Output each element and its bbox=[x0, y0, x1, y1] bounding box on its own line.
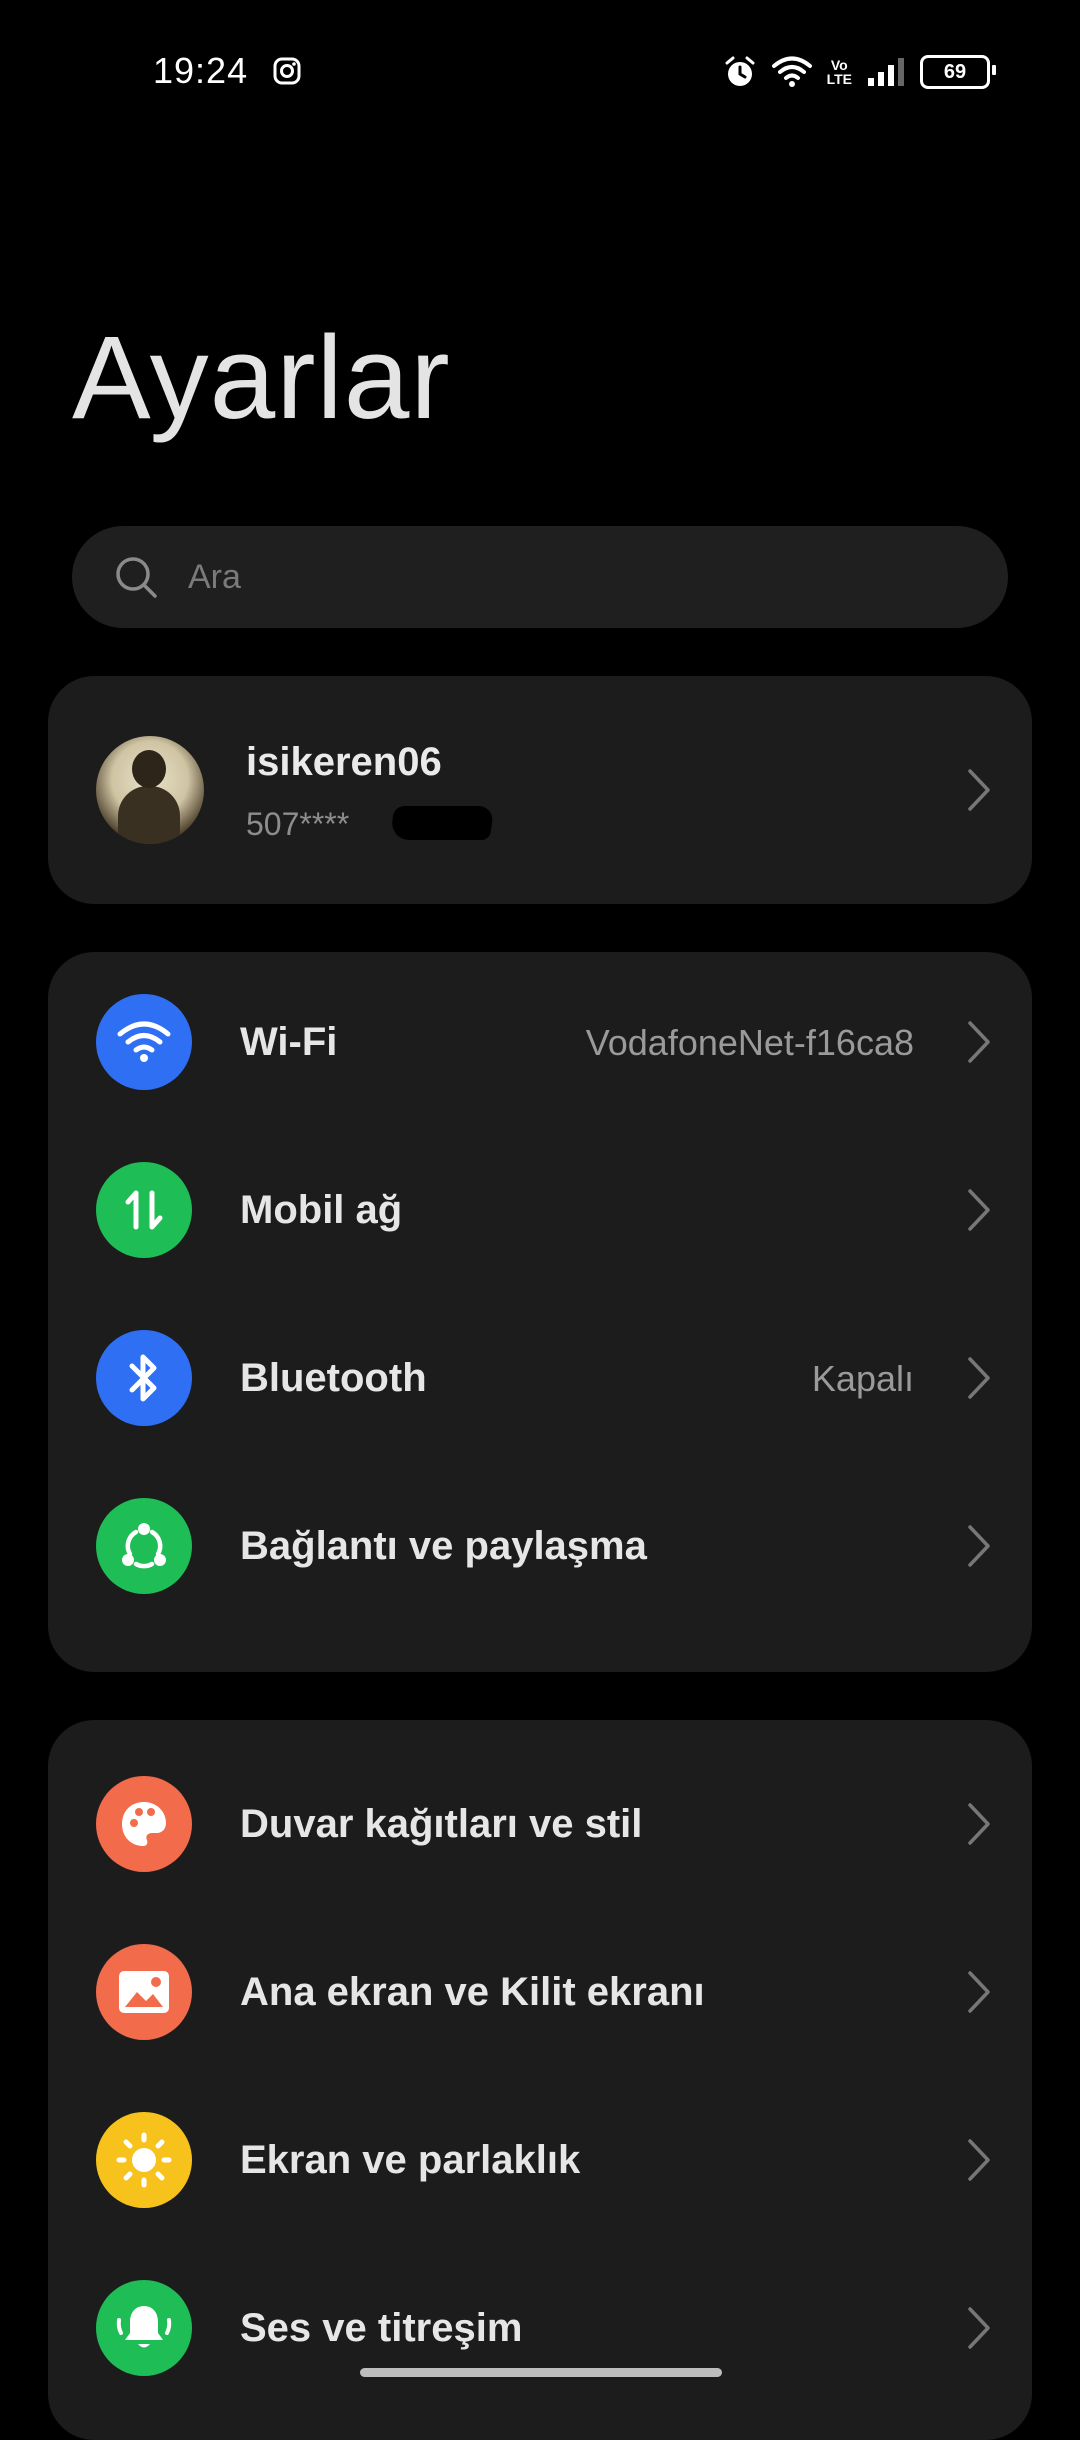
account-card[interactable]: isikeren06 507**** bbox=[48, 676, 1032, 904]
alarm-icon bbox=[725, 56, 755, 86]
account-phone: 507**** bbox=[246, 806, 350, 842]
personalization-settings-group: Duvar kağıtları ve stil Ana ekran ve Kil… bbox=[48, 1720, 1032, 2440]
settings-item-wallpapers-style[interactable]: Duvar kağıtları ve stil bbox=[48, 1740, 1032, 1908]
network-settings-group: Wi-Fi VodafoneNet-f16ca8 Mobil ağ Blueto… bbox=[48, 952, 1032, 1672]
search-icon bbox=[116, 557, 157, 598]
avatar bbox=[96, 736, 204, 844]
chevron-right-icon bbox=[968, 1357, 990, 1399]
settings-item-bluetooth[interactable]: Bluetooth Kapalı bbox=[48, 1294, 1032, 1462]
settings-item-label: Ana ekran ve Kilit ekranı bbox=[240, 1970, 705, 2014]
status-bar: 19:24 Vo LTE 69 bbox=[0, 0, 1080, 140]
status-time: 19:24 bbox=[153, 50, 249, 91]
home-indicator[interactable] bbox=[360, 2368, 722, 2377]
share-icon bbox=[96, 1498, 192, 1594]
settings-item-wifi[interactable]: Wi-Fi VodafoneNet-f16ca8 bbox=[48, 958, 1032, 1126]
chevron-right-icon bbox=[968, 2307, 990, 2349]
settings-item-mobile-network[interactable]: Mobil ağ bbox=[48, 1126, 1032, 1294]
settings-item-value: Kapalı bbox=[811, 1358, 914, 1399]
image-icon bbox=[96, 1944, 192, 2040]
settings-item-display-brightness[interactable]: Ekran ve parlaklık bbox=[48, 2076, 1032, 2244]
chevron-right-icon bbox=[968, 1021, 990, 1063]
settings-item-value: VodafoneNet-f16ca8 bbox=[585, 1022, 914, 1063]
settings-item-label: Wi-Fi bbox=[240, 1020, 338, 1064]
settings-item-label: Ekran ve parlaklık bbox=[240, 2138, 581, 2182]
wifi-icon bbox=[96, 994, 192, 1090]
palette-icon bbox=[96, 1776, 192, 1872]
settings-item-label: Mobil ağ bbox=[240, 1188, 403, 1232]
settings-item-label: Bluetooth bbox=[240, 1356, 427, 1400]
search-input[interactable] bbox=[186, 556, 890, 598]
redaction-mark bbox=[389, 806, 495, 840]
instagram-icon bbox=[273, 57, 301, 85]
bluetooth-icon bbox=[96, 1330, 192, 1426]
mobile-data-icon bbox=[96, 1162, 192, 1258]
chevron-right-icon bbox=[968, 769, 990, 811]
settings-item-label: Ses ve titreşim bbox=[240, 2306, 523, 2350]
signal-icon bbox=[868, 58, 904, 86]
settings-item-sound-vibration[interactable]: Ses ve titreşim bbox=[48, 2244, 1032, 2412]
bell-icon bbox=[96, 2280, 192, 2376]
battery-indicator: 69 bbox=[920, 55, 996, 89]
settings-item-connection-sharing[interactable]: Bağlantı ve paylaşma bbox=[48, 1462, 1032, 1630]
chevron-right-icon bbox=[968, 1971, 990, 2013]
sun-icon bbox=[96, 2112, 192, 2208]
page-title: Ayarlar bbox=[72, 312, 451, 444]
chevron-right-icon bbox=[968, 1803, 990, 1845]
chevron-right-icon bbox=[968, 2139, 990, 2181]
settings-item-home-lock-screen[interactable]: Ana ekran ve Kilit ekranı bbox=[48, 1908, 1032, 2076]
wifi-status-icon bbox=[771, 56, 812, 87]
chevron-right-icon bbox=[968, 1189, 990, 1231]
chevron-right-icon bbox=[968, 1525, 990, 1567]
account-name: isikeren06 bbox=[246, 740, 442, 784]
volte-indicator: Vo LTE bbox=[826, 57, 852, 87]
search-bar[interactable] bbox=[72, 526, 1008, 628]
settings-item-label: Bağlantı ve paylaşma bbox=[240, 1524, 647, 1568]
settings-item-label: Duvar kağıtları ve stil bbox=[240, 1802, 643, 1846]
